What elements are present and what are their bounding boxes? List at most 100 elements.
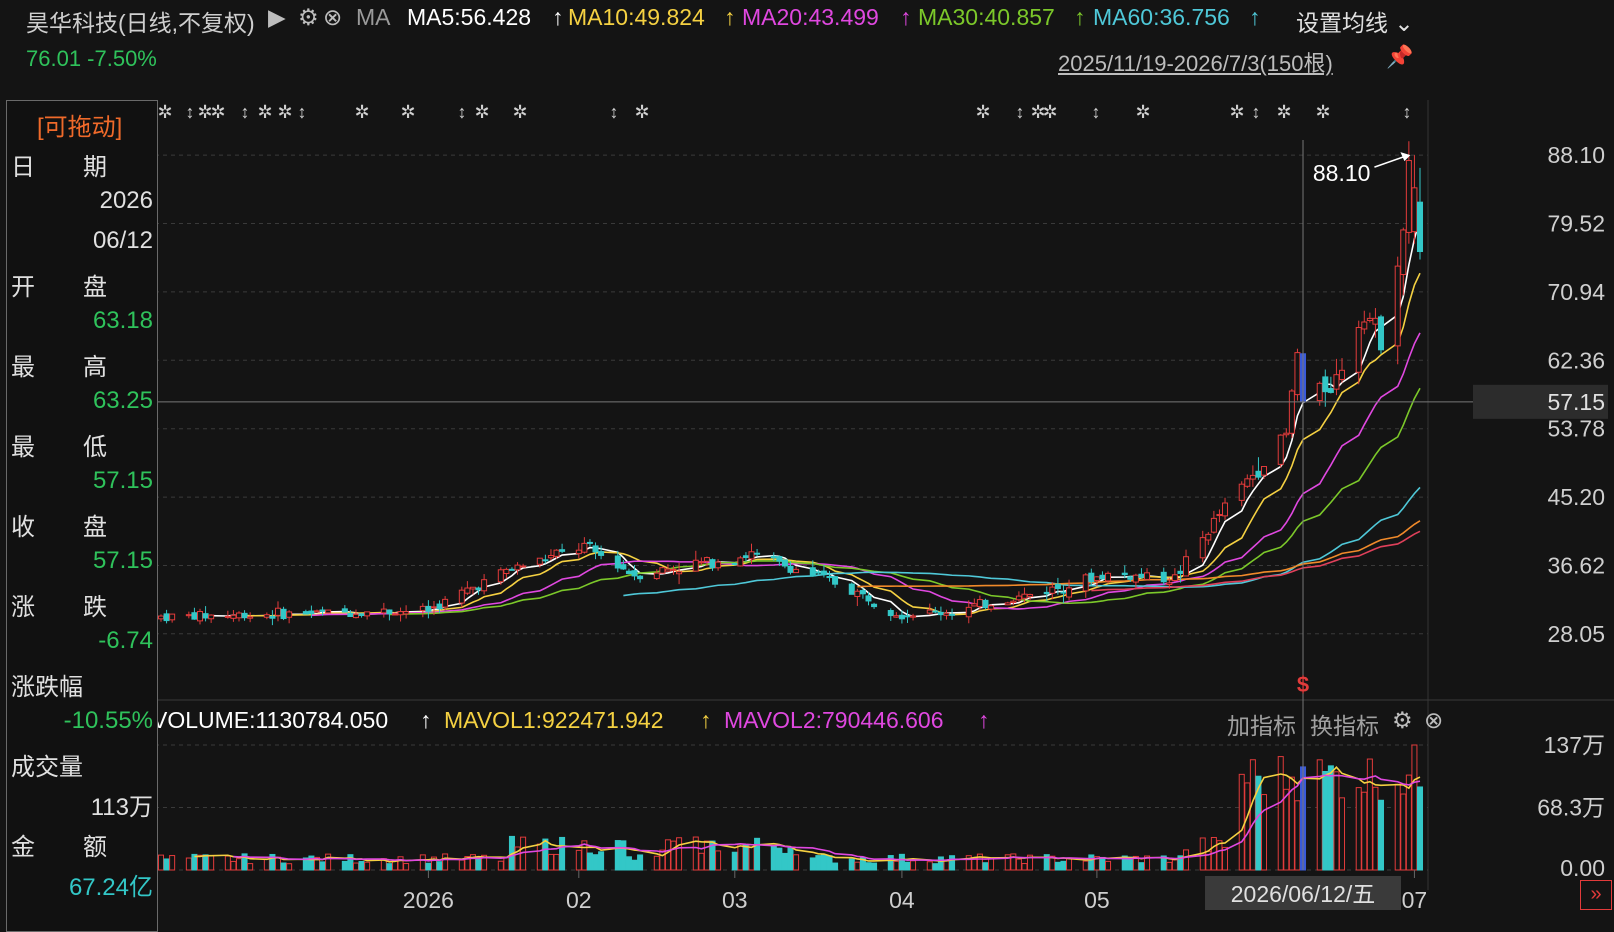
volume-bar <box>235 858 243 871</box>
pct-label: 涨跌幅 <box>11 674 83 701</box>
volume-bar <box>419 854 426 871</box>
volume-bar <box>1338 797 1346 871</box>
volume-bar <box>625 856 632 871</box>
candle-body <box>1010 600 1017 604</box>
candle-body <box>163 613 170 622</box>
candle-body <box>598 551 605 556</box>
event-marker-icon: ✲ <box>400 102 415 122</box>
candle-body <box>1366 317 1373 322</box>
volume-bar <box>1105 860 1112 871</box>
candle-body <box>1377 316 1385 351</box>
volume-bar <box>1400 793 1407 871</box>
volume-bar <box>547 853 554 871</box>
candle-body <box>1216 514 1223 517</box>
volume-value: VOLUME:1130784.050 <box>152 707 389 733</box>
candle-body <box>1160 571 1167 583</box>
candle-body <box>742 555 749 559</box>
candle-body <box>469 586 476 590</box>
candle-body <box>653 572 660 580</box>
candles <box>157 141 1424 626</box>
volume-bar <box>1171 859 1178 871</box>
add-indicator-button[interactable]: 加指标 <box>1227 707 1296 741</box>
volume-bar <box>742 844 749 871</box>
expand-icon[interactable]: » <box>1580 880 1612 910</box>
volume-bar <box>1322 770 1329 871</box>
candle-body <box>1394 265 1401 347</box>
event-marker-icon: ✲ <box>512 102 527 122</box>
data-window[interactable]: [可拖动] 日 期 2026 06/12 开 盘 63.18 最 高 63.25… <box>6 100 158 932</box>
volume-bar <box>163 858 170 871</box>
candle-body <box>887 610 894 617</box>
high-label: 最 高 <box>11 354 107 381</box>
candle-body <box>169 613 176 621</box>
candle-body <box>380 608 387 614</box>
volume-bar <box>949 855 956 871</box>
candle-body <box>1093 576 1100 582</box>
volume-bar <box>809 857 816 871</box>
candle-body <box>1066 587 1073 598</box>
volume-bar <box>475 857 482 871</box>
switch-indicator-button[interactable]: 换指标 <box>1310 707 1379 741</box>
candle-body <box>1054 583 1061 590</box>
candle-body <box>208 614 215 620</box>
volume-bar <box>1283 788 1290 871</box>
candle-body <box>949 613 956 616</box>
mavol2-value: MAVOL2:790446.606 <box>724 707 944 733</box>
volume-bar <box>670 840 677 871</box>
candle-body <box>637 575 644 580</box>
volume-bar <box>586 852 593 871</box>
candlestick-chart[interactable]: ✲ ↕ ✲✲ ↕ ✲ ✲ ↕ ✲ ✲ ↕ ✲ ✲ ↕ ✲ ✲ ↕ ✲✲ ↕ ✲ ✲ ↕ ✲ ✲ ↕ 88.1079.5270.… <box>0 0 1614 914</box>
candle-body <box>1355 327 1362 373</box>
mavol1-arrow: ↑ <box>700 707 712 733</box>
candle-body <box>692 559 699 572</box>
volume-bar <box>208 855 215 871</box>
candle-body <box>731 563 738 566</box>
low-value: 57.15 <box>92 467 153 494</box>
volume-bar <box>848 858 855 871</box>
change-label: 涨 跌 <box>11 594 107 621</box>
candle-body <box>475 587 482 591</box>
candle-body <box>1127 576 1134 580</box>
candle-body <box>1361 321 1368 330</box>
candle-body <box>386 609 393 615</box>
candle-body <box>269 615 276 619</box>
volume-bar <box>1377 799 1385 871</box>
volume-ma-lines <box>194 765 1421 863</box>
candle-body <box>559 549 566 552</box>
price-axis-label: 53.78 <box>1547 416 1605 442</box>
candle-body <box>1166 582 1173 586</box>
volume-bar <box>598 851 605 871</box>
candle-body <box>520 565 527 568</box>
volume-close-icon[interactable]: ⊗ <box>1424 707 1443 734</box>
volume-bar <box>157 854 165 871</box>
candle-body <box>196 610 204 622</box>
volume-bar <box>1355 787 1362 871</box>
volume-bar <box>1082 860 1089 871</box>
open-value: 63.18 <box>92 307 153 334</box>
candle-body <box>976 599 983 608</box>
volume-bar <box>224 855 231 871</box>
candle-body <box>1183 556 1190 577</box>
ma30-line <box>389 387 1421 616</box>
volume-bar <box>1060 860 1067 871</box>
volume-gear-icon[interactable]: ⚙ <box>1392 707 1413 734</box>
volume-bar <box>1138 862 1145 871</box>
drag-handle[interactable]: [可拖动] <box>37 107 122 142</box>
event-marker-icon: ↕ <box>1016 102 1025 122</box>
grid-lines <box>155 100 1614 890</box>
candle-body <box>185 614 192 617</box>
volume-bar <box>1416 786 1424 871</box>
volume-bar <box>871 862 878 871</box>
candle-body <box>926 609 933 614</box>
volume-bar <box>793 854 800 871</box>
moving-average-lines <box>194 218 1421 618</box>
volume-bar <box>820 854 827 871</box>
volume-bar <box>815 855 822 871</box>
candle-body <box>1316 382 1323 402</box>
candle-body <box>458 589 465 604</box>
event-marker-icon: ↕ <box>241 102 250 122</box>
candle-body <box>820 570 827 576</box>
volume-bar <box>1394 783 1401 871</box>
volume-bar <box>637 854 644 871</box>
candle-body <box>620 564 627 570</box>
